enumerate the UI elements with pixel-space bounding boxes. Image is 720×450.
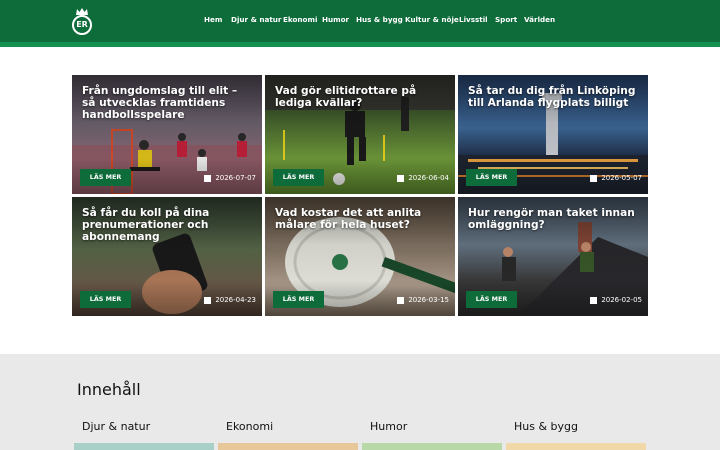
category-thumbnail[interactable] (362, 443, 502, 450)
calendar-icon (204, 296, 212, 304)
category-ekonomi[interactable]: Ekonomi (226, 420, 273, 433)
article-card[interactable]: Vad gör elitidrottare på lediga kvällar?… (265, 75, 455, 194)
calendar-icon (590, 296, 598, 304)
article-date: 2026-05-07 (590, 174, 642, 182)
logo-badge: ER (72, 15, 92, 35)
article-title[interactable]: Vad gör elitidrottare på lediga kvällar? (275, 85, 447, 109)
article-card[interactable]: Hur rengör man taket innan omläggning? L… (458, 197, 648, 316)
article-date: 2026-04-23 (204, 296, 256, 304)
article-title[interactable]: Från ungdomslag till elit – så utvecklas… (82, 85, 254, 121)
article-title[interactable]: Hur rengör man taket innan omläggning? (468, 207, 640, 231)
article-title[interactable]: Vad kostar det att anlita målare för hel… (275, 207, 447, 231)
nav-item-hem[interactable]: Hem (204, 15, 222, 24)
article-card[interactable]: Så tar du dig från Linköping till Arland… (458, 75, 648, 194)
nav-item-livsstil[interactable]: Livsstil (459, 15, 488, 24)
site-logo[interactable]: ER (71, 8, 93, 36)
category-hus-bygg[interactable]: Hus & bygg (514, 420, 578, 433)
article-date-text: 2026-05-07 (601, 174, 642, 182)
nav-item-humor[interactable]: Humor (322, 15, 349, 24)
category-thumbnail[interactable] (218, 443, 358, 450)
article-date: 2026-02-05 (590, 296, 642, 304)
calendar-icon (204, 174, 212, 182)
read-more-button[interactable]: LÄS MER (273, 291, 324, 308)
nav-item-djur-natur[interactable]: Djur & natur (231, 15, 281, 24)
article-date: 2026-06-04 (397, 174, 449, 182)
article-card[interactable]: Så får du koll på dina prenumerationer o… (72, 197, 262, 316)
read-more-button[interactable]: LÄS MER (466, 291, 517, 308)
article-date-text: 2026-04-23 (215, 296, 256, 304)
category-thumbnail[interactable] (506, 443, 646, 450)
article-date-text: 2026-07-07 (215, 174, 256, 182)
article-title[interactable]: Så får du koll på dina prenumerationer o… (82, 207, 254, 243)
calendar-icon (590, 174, 598, 182)
nav-item-varlden[interactable]: Världen (524, 15, 555, 24)
header-stripe (0, 42, 720, 47)
article-date-text: 2026-06-04 (408, 174, 449, 182)
nav-item-ekonomi[interactable]: Ekonomi (283, 15, 317, 24)
read-more-button[interactable]: LÄS MER (466, 169, 517, 186)
read-more-button[interactable]: LÄS MER (80, 169, 131, 186)
article-date: 2026-03-15 (397, 296, 449, 304)
article-date: 2026-07-07 (204, 174, 256, 182)
calendar-icon (397, 296, 405, 304)
calendar-icon (397, 174, 405, 182)
nav-item-hus-bygg[interactable]: Hus & bygg (356, 15, 403, 24)
section-heading: Innehåll (77, 380, 141, 399)
read-more-button[interactable]: LÄS MER (273, 169, 324, 186)
article-card[interactable]: Vad kostar det att anlita målare för hel… (265, 197, 455, 316)
read-more-button[interactable]: LÄS MER (80, 291, 131, 308)
article-title[interactable]: Så tar du dig från Linköping till Arland… (468, 85, 640, 109)
nav-item-sport[interactable]: Sport (495, 15, 517, 24)
article-date-text: 2026-02-05 (601, 296, 642, 304)
category-humor[interactable]: Humor (370, 420, 407, 433)
category-djur-natur[interactable]: Djur & natur (82, 420, 150, 433)
article-card[interactable]: Från ungdomslag till elit – så utvecklas… (72, 75, 262, 194)
crown-icon (76, 8, 88, 15)
category-thumbnail[interactable] (74, 443, 214, 450)
content-section: Innehåll Djur & natur Ekonomi Humor Hus … (0, 354, 720, 450)
nav-item-kultur-noje[interactable]: Kultur & nöje (405, 15, 459, 24)
article-date-text: 2026-03-15 (408, 296, 449, 304)
